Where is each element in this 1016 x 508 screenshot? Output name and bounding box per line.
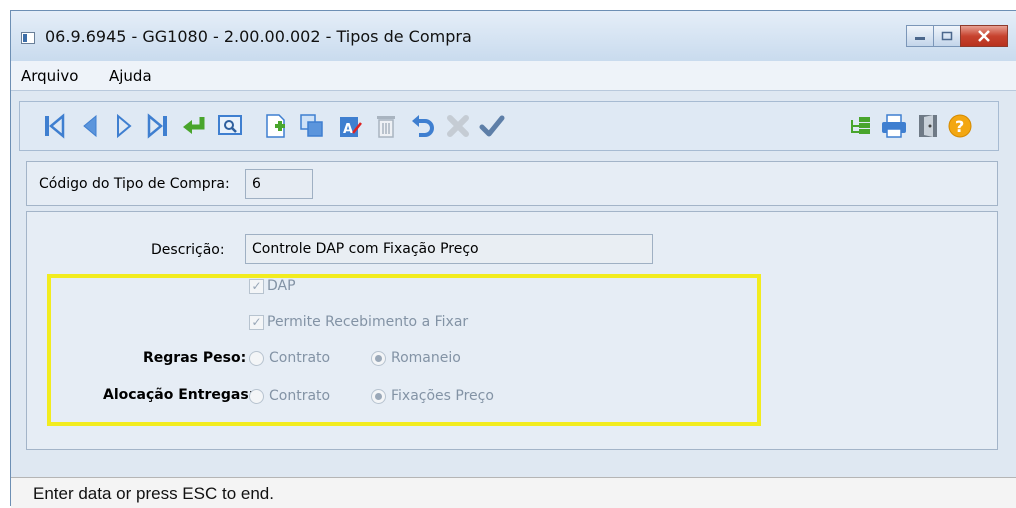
alocacao-contrato-label: Contrato: [269, 388, 331, 404]
regras-peso-romaneio-radio[interactable]: [371, 351, 386, 366]
help-icon[interactable]: ?: [946, 112, 974, 140]
go-to-icon[interactable]: [180, 112, 208, 140]
alocacao-fixacoes-label: Fixações Preço: [391, 388, 494, 404]
copy-icon[interactable]: [298, 112, 326, 140]
print-icon[interactable]: [880, 112, 908, 140]
window-controls: [906, 25, 1008, 47]
code-label: Código do Tipo de Compra:: [39, 176, 230, 192]
permite-label: Permite Recebimento a Fixar: [267, 314, 469, 330]
tree-icon[interactable]: [846, 112, 874, 140]
edit-icon[interactable]: A: [336, 112, 364, 140]
regras-peso-romaneio-label: Romaneio: [391, 350, 461, 366]
alocacao-label: Alocação Entregas:: [103, 387, 255, 403]
next-record-icon[interactable]: [110, 112, 138, 140]
cancel-icon[interactable]: [444, 112, 472, 140]
exit-icon[interactable]: [914, 112, 942, 140]
menu-bar: Arquivo Ajuda: [11, 61, 1016, 91]
status-text: Enter data or press ESC to end.: [33, 484, 274, 503]
toolbar: A ?: [19, 101, 999, 151]
new-record-icon[interactable]: [262, 112, 290, 140]
maximize-icon[interactable]: [933, 25, 961, 47]
menu-ajuda[interactable]: Ajuda: [109, 67, 152, 85]
svg-text:A: A: [343, 122, 353, 137]
window-title: 06.9.6945 - GG1080 - 2.00.00.002 - Tipos…: [45, 27, 472, 46]
previous-record-icon[interactable]: [76, 112, 104, 140]
alocacao-contrato-radio[interactable]: [249, 389, 264, 404]
status-bar: Enter data or press ESC to end.: [11, 477, 1016, 508]
descricao-field[interactable]: Controle DAP com Fixação Preço: [245, 234, 653, 264]
dap-label: DAP: [267, 278, 296, 294]
dap-checkbox[interactable]: ✓: [249, 279, 264, 294]
descricao-label: Descrição:: [151, 242, 225, 258]
regras-peso-contrato-label: Contrato: [269, 350, 331, 366]
svg-text:?: ?: [955, 117, 964, 136]
menu-arquivo[interactable]: Arquivo: [21, 67, 78, 85]
confirm-icon[interactable]: [478, 112, 506, 140]
regras-peso-label: Regras Peso:: [143, 350, 247, 366]
app-icon: [21, 32, 35, 44]
alocacao-fixacoes-radio[interactable]: [371, 389, 386, 404]
app-window: 06.9.6945 - GG1080 - 2.00.00.002 - Tipos…: [10, 10, 1016, 508]
permite-checkbox[interactable]: ✓: [249, 315, 264, 330]
close-icon[interactable]: [960, 25, 1008, 47]
minimize-icon[interactable]: [906, 25, 934, 47]
title-bar[interactable]: 06.9.6945 - GG1080 - 2.00.00.002 - Tipos…: [11, 11, 1016, 61]
search-icon[interactable]: [216, 112, 244, 140]
regras-peso-contrato-radio[interactable]: [249, 351, 264, 366]
last-record-icon[interactable]: [144, 112, 172, 140]
undo-icon[interactable]: [408, 112, 436, 140]
delete-icon[interactable]: [372, 112, 400, 140]
code-panel: Código do Tipo de Compra: 6: [26, 161, 998, 206]
first-record-icon[interactable]: [40, 112, 68, 140]
code-field[interactable]: 6: [245, 169, 313, 199]
